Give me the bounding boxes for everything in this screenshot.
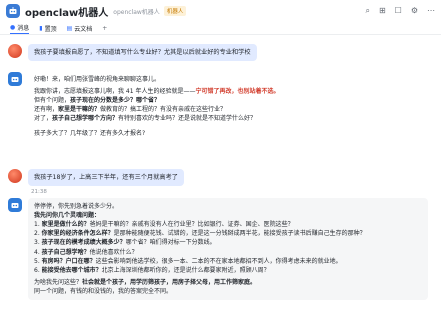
tab-pinned[interactable]: ▮ 置顶	[39, 24, 56, 33]
bot-avatar[interactable]	[6, 4, 20, 18]
message-text: 我孩子要填报自愿了，不知道填写什么专业好？尤其是以后就业好的专业和学校	[28, 44, 257, 61]
list-item: 1. 家里是做什么的？爸妈是干嘛的？亲戚有没有人在行业里？比如银行、证券、国企、…	[34, 221, 294, 228]
bot-tag: 机器人	[163, 6, 187, 16]
list-item: 3. 孩子现在的模考成绩大概多少？哪个省？咱们得对标一下分数线。	[34, 239, 216, 247]
search-icon[interactable]: ⌕	[365, 7, 369, 15]
list-item: 5. 有房吗？户口在哪？这些会影响到他选学校，很多一本、二本的不在家本地都招不到…	[34, 257, 342, 265]
robot-icon	[11, 77, 19, 82]
bot-message: 停停停，你先别急着说多少分。 我先问你几个灵魂问题： 1. 家里是做什么的？爸妈…	[8, 198, 428, 301]
list-item: 2. 你家里的经济条件怎么样？是那种能随便花钱、试错的，还是这一分钱掰成两半花，…	[34, 230, 366, 238]
chat-subtitle: openclaw机器人	[113, 8, 160, 16]
tab-messages[interactable]: ● 消息	[10, 23, 30, 34]
doc-icon: ▤	[66, 24, 73, 32]
user-avatar[interactable]	[8, 169, 22, 183]
plus-icon: +	[102, 24, 108, 32]
tab-docs[interactable]: ▤ 云文档	[67, 24, 93, 33]
more-icon[interactable]: ⊞	[379, 7, 386, 15]
header-actions: ⌕ ⊞ ☐ ⚙ ⋯	[365, 7, 435, 15]
message-text: 孩子多大了？几年级了？还有多久才报名?	[34, 130, 146, 137]
list-item: 6. 能接受他去哪个城市？北京上海深圳他都听你的，还是说什么都要家附近，照顾八周…	[34, 267, 270, 275]
message-text: 我孩子18岁了，上高三下半年，还有三个月就高考了	[28, 169, 184, 186]
pin-icon: ▮	[39, 24, 43, 32]
chat-icon: ●	[10, 23, 16, 31]
list-item: 4. 孩子自己想学啥？他说他喜欢什么？	[34, 248, 138, 256]
bot-message: 好嘞！来，咱们用张雪峰的视角来聊聊这事儿。 我跟你讲，志愿填报这事儿啊，我 41…	[8, 72, 428, 142]
message-body: 停停停，你先别急着说多少分。 我先问你几个灵魂问题： 1. 家里是做什么的？爸妈…	[28, 198, 428, 301]
ellipsis-icon[interactable]: ⋯	[427, 7, 435, 15]
tab-bar: ● 消息 ▮ 置顶 ▤ 云文档 +	[0, 22, 441, 35]
chat-header: openclaw机器人 openclaw机器人 机器人 ⌕ ⊞ ☐ ⚙ ⋯	[0, 0, 441, 22]
robot-icon	[9, 7, 17, 14]
settings-icon[interactable]: ⚙	[411, 7, 418, 15]
user-message: 我孩子18岁了，上高三下半年，还有三个月就高考了	[8, 169, 184, 186]
chat-icon[interactable]: ☐	[395, 7, 402, 15]
bot-avatar[interactable]	[8, 198, 22, 212]
tab-add[interactable]: +	[102, 25, 107, 32]
message-body: 好嘞！来，咱们用张雪峰的视角来聊聊这事儿。 我跟你讲，志愿填报这事儿啊，我 41…	[28, 72, 428, 142]
timestamp: 21:38	[31, 189, 47, 195]
robot-icon	[11, 203, 19, 208]
bot-avatar[interactable]	[8, 72, 22, 86]
user-avatar[interactable]	[8, 44, 22, 58]
chat-title: openclaw机器人	[25, 7, 109, 19]
user-message: 我孩子要填报自愿了，不知道填写什么专业好？尤其是以后就业好的专业和学校	[8, 44, 257, 61]
